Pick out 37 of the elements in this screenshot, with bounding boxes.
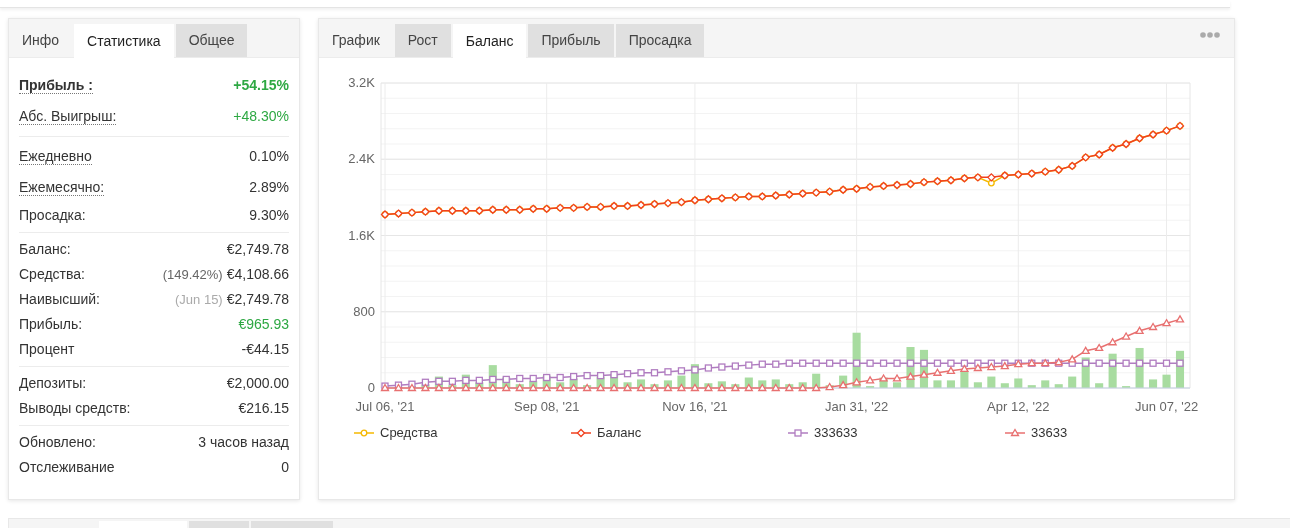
stat-label: Отслеживание <box>19 459 115 476</box>
stat-note: (Jun 15) <box>175 291 223 307</box>
stat-value: €4,108.66 <box>226 266 289 283</box>
stat-value: 0 <box>281 459 289 476</box>
stat-value: €2,749.78 <box>226 291 289 308</box>
stat-label: Просадка: <box>19 207 86 224</box>
stat-value: +54.15% <box>233 77 289 94</box>
stat-value: -€44.15 <box>241 341 289 358</box>
axis-label: Jun 07, '22 <box>1134 398 1199 414</box>
stat-value: €965.93 <box>238 316 289 333</box>
stat-value: 2.89% <box>249 179 289 196</box>
axis-label: Nov 16, '21 <box>662 398 728 414</box>
stat-value: €2,000.00 <box>226 375 289 392</box>
stat-value: 9.30% <box>249 207 289 224</box>
axis-label: 1.6K <box>348 227 375 243</box>
axis-label: 3.2K <box>348 74 375 90</box>
stat-label: Обновлено: <box>19 434 96 451</box>
axis-label: Jan 31, '22 <box>825 398 889 414</box>
axis-label: Jul 06, '21 <box>355 398 415 414</box>
stat-label: Выводы средств: <box>19 400 131 417</box>
stat-label: Прибыль: <box>19 316 83 333</box>
stat-value: 0.10% <box>249 148 289 165</box>
stat-label: Баланс: <box>19 241 71 258</box>
stat-label: Процент <box>19 341 75 358</box>
stat-note: (149.42%) <box>162 266 223 282</box>
stat-value: €216.15 <box>238 400 289 417</box>
stat-value: 3 часов назад <box>198 434 289 451</box>
axis-label: Sep 08, '21 <box>514 398 580 414</box>
stat-label: Депозиты: <box>19 375 87 392</box>
stat-label: Средства: <box>19 266 85 283</box>
stat-value: +48.30% <box>233 108 289 125</box>
axis-label: Apr 12, '22 <box>987 398 1050 414</box>
axis-label: 800 <box>353 303 375 319</box>
axis-label: 2.4K <box>348 150 375 166</box>
stat-label: Наивысший: <box>19 291 100 308</box>
stat-value: €2,749.78 <box>226 241 289 258</box>
axis-label: 0 <box>367 379 375 395</box>
